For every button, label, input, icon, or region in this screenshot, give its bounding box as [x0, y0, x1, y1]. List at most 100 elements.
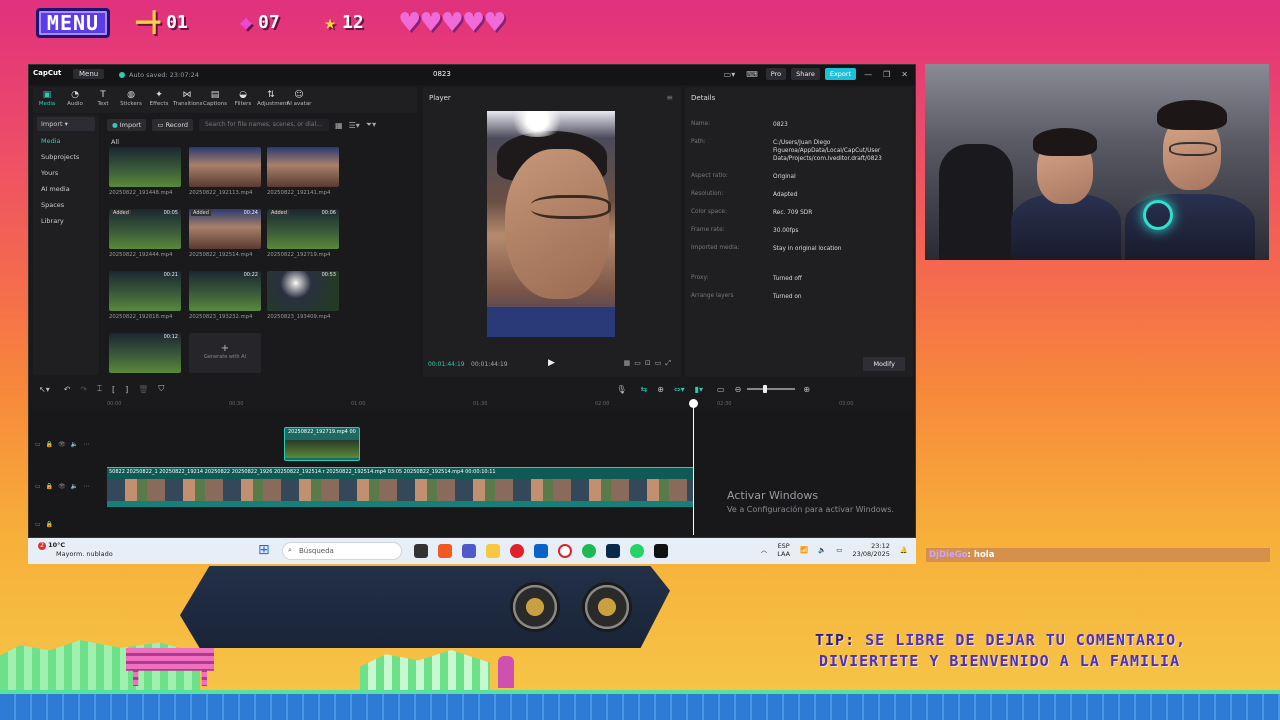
link-icon[interactable]: ⇆ [641, 385, 648, 394]
gem-count: 07 [258, 11, 280, 33]
wifi-icon[interactable]: 📶 [800, 546, 808, 554]
media-thumbnail[interactable]: 00:12 [109, 333, 181, 373]
redo-icon[interactable]: ↷ [80, 385, 87, 394]
zoom-in-icon[interactable]: ⊕ [803, 385, 810, 394]
generate-ai-button[interactable]: + Generate with AI [189, 333, 261, 373]
file-explorer-icon[interactable] [486, 544, 500, 558]
sort-icon[interactable]: ☰▾ [349, 121, 360, 130]
snap-icon[interactable]: ⇔▾ [674, 385, 685, 394]
task-view-icon[interactable] [414, 544, 428, 558]
shortcut-icon[interactable]: ⌨ [743, 70, 761, 79]
player-menu-icon[interactable]: ≡ [666, 93, 673, 102]
opera-gx-icon[interactable] [558, 544, 572, 558]
media-search-input[interactable]: Search for file names, scenes, or dial..… [199, 119, 330, 131]
tool-audio[interactable]: ◔ Audio [61, 87, 89, 113]
caption-icon[interactable]: ▭ [717, 385, 725, 394]
media-thumbnail[interactable]: Added 00:24 20250822_192514.mp4 [189, 209, 261, 258]
undo-icon[interactable]: ↶ [64, 385, 71, 394]
tray-overflow-icon[interactable]: ︿ [761, 546, 768, 554]
whatsapp-icon[interactable] [630, 544, 644, 558]
sidebar-import[interactable]: Import ▾ [37, 117, 95, 131]
tool-ai-avatar[interactable]: ☺ AI avatar [285, 87, 313, 113]
magnet-icon[interactable]: ⊕ [657, 385, 664, 394]
language-indicator[interactable]: ESP LAA [777, 542, 790, 558]
media-thumbnail[interactable]: 20250822_191448.mp4 [109, 147, 181, 196]
tool-media[interactable]: ▣ Media [33, 87, 61, 113]
fullscreen-icon[interactable]: ⤢ [665, 359, 675, 367]
maximize-icon[interactable]: ❐ [880, 70, 893, 79]
teams-icon[interactable] [462, 544, 476, 558]
pro-button[interactable]: Pro [765, 68, 787, 80]
tool-adjustment[interactable]: ⇅ Adjustment [257, 87, 289, 113]
grid-view-icon[interactable]: ▦ [335, 121, 343, 130]
sidebar-item-library[interactable]: Library [33, 213, 99, 229]
sidebar-item-yours[interactable]: Yours [33, 165, 99, 181]
import-button[interactable]: ● Import [107, 119, 147, 131]
preview-axis-icon[interactable]: ▮▾ [695, 385, 703, 394]
windows-start-icon[interactable]: ⊞ [258, 542, 270, 558]
tool-transitions[interactable]: ⋈ Transitions [173, 87, 202, 113]
close-icon[interactable]: ✕ [898, 70, 911, 79]
trim-left-icon[interactable]: [ [112, 385, 115, 394]
layout-icon[interactable]: ▭▾ [721, 70, 739, 79]
sidebar-item-subprojects[interactable]: Subprojects [33, 149, 99, 165]
zoom-slider[interactable] [747, 385, 796, 393]
modify-button[interactable]: Modify [863, 357, 905, 371]
tool-text[interactable]: T Text [89, 87, 117, 113]
menu-button[interactable]: MENU [36, 8, 110, 38]
select-tool-icon[interactable]: ↖▾ [39, 385, 50, 394]
media-thumbnail[interactable]: 20250822_192113.mp4 [189, 147, 261, 196]
tool-stickers[interactable]: ◍ Stickers [117, 87, 145, 113]
media-thumbnail[interactable]: 20250822_192141.mp4 [267, 147, 339, 196]
photoshop-icon[interactable] [606, 544, 620, 558]
sidebar-item-ai-media[interactable]: AI media [33, 181, 99, 197]
playhead[interactable] [689, 399, 698, 535]
overlay-clip[interactable]: 20250822_192719.mp4 00 [284, 427, 360, 461]
thumbnail-image: 00:21 [109, 271, 181, 311]
overlay-track-controls[interactable]: ▭🔒👁🔈⋯ [35, 441, 94, 448]
clock[interactable]: 23:12 23/08/2025 [852, 542, 889, 558]
grid-icon[interactable]: ▦ [624, 359, 635, 367]
crop-icon[interactable]: ⊡ [645, 359, 655, 367]
media-thumbnail[interactable]: 00:21 20250822_192818.mp4 [109, 271, 181, 320]
filter-icon[interactable]: ⏷▾ [366, 120, 376, 130]
volume-icon[interactable]: 🔈 [818, 546, 826, 554]
frame-icon[interactable]: ▭ [634, 359, 645, 367]
media-thumbnail[interactable]: Added 00:06 20250822_192719.mp4 [267, 209, 339, 258]
microphone-icon[interactable]: 🎙 [616, 385, 626, 394]
sidebar-item-media[interactable]: Media [33, 133, 99, 149]
media-thumbnail[interactable]: 00:53 20250823_193409.mp4 [267, 271, 339, 320]
taskbar-search-input[interactable]: ⌕ Búsqueda [282, 542, 402, 560]
weather-widget[interactable]: 2 10°C Mayorm. nublado [38, 541, 113, 558]
tool-effects[interactable]: ✦ Effects [145, 87, 173, 113]
trim-right-icon[interactable]: ] [125, 385, 128, 394]
sidebar-item-spaces[interactable]: Spaces [33, 197, 99, 213]
outlook-icon[interactable] [534, 544, 548, 558]
tool-filters[interactable]: ◒ Filters [229, 87, 257, 113]
brave-icon[interactable] [438, 544, 452, 558]
zoom-slider-thumb[interactable] [763, 385, 768, 393]
audio-track-controls[interactable]: ▭🔒 [35, 521, 58, 528]
record-button[interactable]: ▭ Record [152, 119, 194, 131]
main-track-controls[interactable]: ▭🔒👁🔈⋯ [35, 483, 94, 490]
menu-dropdown[interactable]: Menu [73, 69, 105, 79]
main-clip[interactable]: 50822 20250822_1 20250822_19214 20250822… [107, 467, 693, 507]
all-filter-label[interactable]: All [111, 138, 119, 146]
spotify-icon[interactable] [582, 544, 596, 558]
ratio-icon[interactable]: ▭ [655, 359, 666, 367]
notification-icon[interactable]: 🔔 [900, 546, 908, 554]
opera-icon[interactable] [510, 544, 524, 558]
media-thumbnail[interactable]: 00:22 20250823_193232.mp4 [189, 271, 261, 320]
battery-icon[interactable]: ▭ [836, 546, 842, 554]
zoom-out-icon[interactable]: ⊖ [735, 385, 742, 394]
export-button[interactable]: Export [824, 68, 857, 80]
shield-icon[interactable]: ⛉ [158, 384, 164, 394]
delete-icon[interactable]: 🗑 [138, 385, 148, 394]
media-thumbnail[interactable]: Added 00:05 20250822_192444.mp4 [109, 209, 181, 258]
split-icon[interactable]: ⌶ [97, 384, 102, 394]
minimize-icon[interactable]: — [861, 70, 875, 79]
play-icon[interactable]: ▶ [548, 358, 555, 368]
tool-captions[interactable]: ▤ Captions [201, 87, 229, 113]
capcut-taskbar-icon[interactable] [654, 544, 668, 558]
share-button[interactable]: Share [791, 68, 820, 80]
